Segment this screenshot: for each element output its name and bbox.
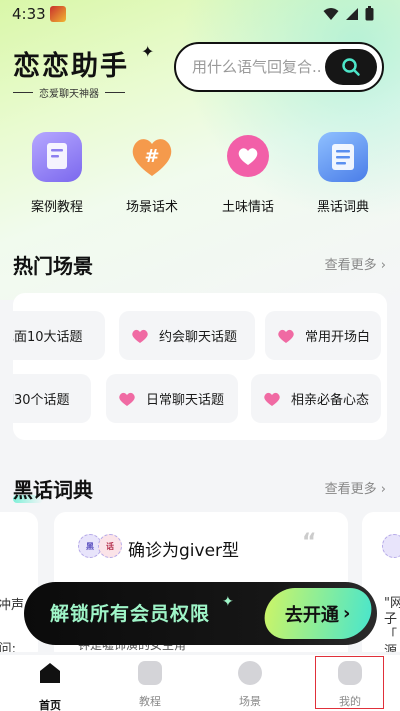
scene-chip[interactable]: 见面10大话题 bbox=[13, 311, 105, 360]
app-subtitle-row: 恋爱聊天神器 bbox=[13, 85, 129, 100]
shortcut-slang-dictionary[interactable]: 黑话词典 bbox=[298, 132, 388, 215]
shortcut-grid: 案例教程 # 场景话术 土味情话 黑话词典 bbox=[0, 132, 400, 222]
status-bar: 4:33 bbox=[0, 0, 400, 28]
scene-chip-label: 常用开场白 bbox=[305, 330, 371, 345]
hot-scenes-title: 热门场景 bbox=[13, 250, 93, 279]
scene-chip-label: 相亲必备心态 bbox=[291, 393, 370, 408]
badge-talk: 话 bbox=[98, 534, 122, 558]
shortcut-label: 场景话术 bbox=[125, 200, 178, 215]
app-subtitle: 恋爱聊天神器 bbox=[39, 89, 99, 100]
wifi-icon bbox=[323, 7, 339, 20]
shortcut-cheesy-lines[interactable]: 土味情话 bbox=[203, 132, 293, 215]
tab-selection-outline bbox=[315, 656, 384, 709]
dictionary-card-title: 确诊为giver型 bbox=[128, 541, 240, 561]
hot-scenes-more-link[interactable]: 查看更多 › bbox=[325, 254, 386, 273]
search-icon bbox=[342, 58, 360, 76]
tab-label: 教程 bbox=[139, 695, 161, 708]
battery-icon bbox=[365, 6, 374, 21]
scene-chip-label: 见面10大话题 bbox=[13, 330, 83, 345]
shortcut-case-tutorial[interactable]: 案例教程 bbox=[12, 132, 102, 215]
vip-promo-banner[interactable]: 解锁所有会员权限 ✦ 去开通 › bbox=[24, 582, 377, 645]
tutorial-icon bbox=[138, 661, 162, 685]
activate-button[interactable]: 去开通 › bbox=[260, 588, 376, 639]
heart-bubble-icon bbox=[223, 132, 273, 182]
section-title-text: 热门场景 bbox=[13, 254, 93, 278]
card-badges bbox=[382, 534, 400, 558]
card-badges: 黑 话 bbox=[78, 534, 122, 558]
scene-icon bbox=[238, 661, 262, 685]
app-logo: 恋恋助手 ✦ 恋爱聊天神器 bbox=[13, 42, 154, 100]
tab-home[interactable]: 首页 bbox=[15, 661, 85, 711]
shortcut-label: 黑话词典 bbox=[316, 200, 369, 215]
heart-icon bbox=[278, 329, 294, 343]
more-label: 查看更多 bbox=[324, 258, 377, 273]
section-title-text: 黑话词典 bbox=[13, 478, 93, 502]
card-fragment: 源 bbox=[384, 644, 398, 652]
app-title: 恋恋助手 bbox=[13, 51, 129, 82]
status-icons bbox=[323, 6, 374, 21]
scene-chip[interactable]: 相亲必备心态 bbox=[251, 374, 381, 423]
shortcut-label: 案例教程 bbox=[30, 200, 83, 215]
card-fragment: 冲声 bbox=[0, 598, 24, 613]
heart-icon bbox=[132, 329, 148, 343]
dictionary-more-link[interactable]: 查看更多 › bbox=[325, 478, 386, 497]
scene-chip-label: 日常聊天话题 bbox=[146, 393, 225, 408]
scene-chip-label: 聊30个话题 bbox=[13, 393, 70, 408]
promo-text: 解锁所有会员权限 bbox=[50, 603, 211, 625]
home-icon bbox=[40, 663, 60, 683]
shortcut-scene-scripts[interactable]: # 场景话术 bbox=[107, 132, 197, 215]
status-time: 4:33 bbox=[12, 5, 46, 23]
sparkle-icon: ✦ bbox=[141, 42, 155, 61]
hashtag-heart-icon: # bbox=[127, 132, 177, 182]
scene-chip-label: 约会聊天话题 bbox=[159, 330, 238, 345]
search-input[interactable] bbox=[192, 57, 322, 77]
heart-icon bbox=[119, 392, 135, 406]
hot-scenes-card: 见面10大话题 约会聊天话题 常用开场白 聊30个话题 日常聊天话题 相亲必备心… bbox=[13, 293, 387, 440]
shortcut-label: 土味情话 bbox=[221, 200, 274, 215]
app-notification-icon bbox=[50, 6, 66, 22]
tab-label: 场景 bbox=[239, 695, 261, 708]
divider bbox=[13, 92, 33, 93]
more-label: 查看更多 bbox=[324, 482, 377, 497]
svg-text:#: # bbox=[144, 146, 159, 167]
scene-chip[interactable]: 约会聊天话题 bbox=[119, 311, 255, 360]
tab-scene[interactable]: 场景 bbox=[215, 661, 285, 709]
badge-black bbox=[382, 534, 400, 558]
tab-tutorial[interactable]: 教程 bbox=[115, 661, 185, 709]
scene-chip[interactable]: 聊30个话题 bbox=[13, 374, 91, 423]
chevron-right-icon: › bbox=[380, 482, 386, 497]
book-icon bbox=[32, 132, 82, 182]
chevron-right-icon: › bbox=[380, 258, 386, 273]
dictionary-title: 黑话词典 bbox=[13, 474, 93, 503]
chevron-right-icon: › bbox=[343, 603, 351, 624]
divider bbox=[105, 92, 125, 93]
tab-label: 首页 bbox=[39, 699, 61, 711]
activate-button-label: 去开通 bbox=[285, 604, 340, 626]
card-fragment: 问: bbox=[0, 642, 16, 652]
signal-icon bbox=[346, 7, 358, 20]
quote-icon: “ bbox=[302, 530, 317, 555]
search-bar[interactable] bbox=[174, 42, 384, 92]
scene-chip[interactable]: 常用开场白 bbox=[265, 311, 381, 360]
search-button[interactable] bbox=[325, 49, 377, 85]
scene-chip[interactable]: 日常聊天话题 bbox=[106, 374, 238, 423]
heart-icon bbox=[264, 392, 280, 406]
dictionary-icon bbox=[318, 132, 368, 182]
sparkle-icon: ✦ bbox=[222, 594, 234, 610]
